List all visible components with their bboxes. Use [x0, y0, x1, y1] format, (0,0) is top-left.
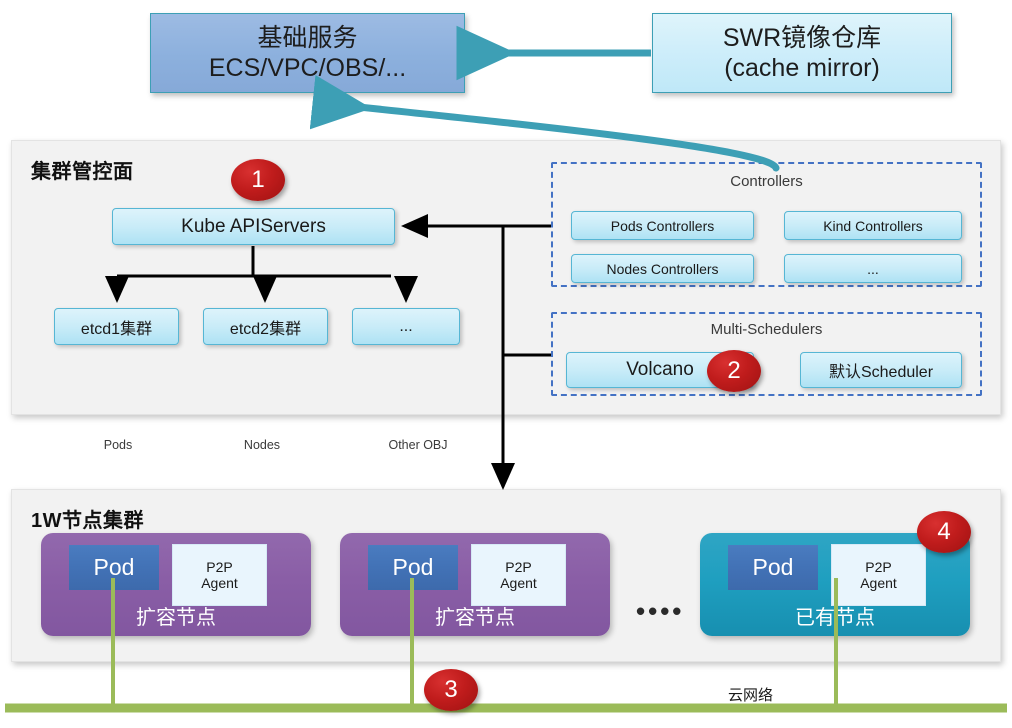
- node-1-p2p-agent[interactable]: P2P Agent: [172, 544, 267, 606]
- node-1-p2p-agent-label: P2P Agent: [201, 558, 238, 591]
- kube-apiservers-box[interactable]: Kube APIServers: [112, 208, 395, 245]
- badge-4: 4: [917, 511, 971, 553]
- other-controllers-box[interactable]: ...: [784, 254, 962, 283]
- etcd-box-1[interactable]: etcd1集群: [54, 308, 179, 345]
- obj-label-other: Other OBJ: [388, 438, 448, 452]
- node-3-label: 已有节点: [795, 607, 875, 629]
- diagram-canvas: 基础服务 ECS/VPC/OBS/... SWR镜像仓库 (cache mirr…: [0, 0, 1012, 728]
- node-card-1[interactable]: Pod P2P Agent 扩容节点: [41, 533, 311, 636]
- node-2-label: 扩容节点: [435, 607, 515, 629]
- cloud-network-label: 云网络: [728, 687, 774, 704]
- multi-schedulers-group-title: Multi-Schedulers: [710, 321, 823, 338]
- badge-2: 2: [707, 350, 761, 392]
- obj-label-nodes: Nodes: [243, 438, 281, 452]
- control-plane-title: 集群管控面: [31, 161, 134, 183]
- controllers-group-title: Controllers: [730, 173, 803, 190]
- node-1-label: 扩容节点: [136, 607, 216, 629]
- swr-line2: (cache mirror): [724, 54, 880, 82]
- etcd-box-3[interactable]: ...: [352, 308, 460, 345]
- node-2-p2p-agent[interactable]: P2P Agent: [471, 544, 566, 606]
- node-2-pod[interactable]: Pod: [368, 545, 458, 590]
- obj-label-pods: Pods: [103, 438, 133, 452]
- default-scheduler-box[interactable]: 默认Scheduler: [800, 352, 962, 388]
- badge-1: 1: [231, 159, 285, 201]
- node-3-p2p-agent-label: P2P Agent: [860, 558, 897, 591]
- swr-registry-box: SWR镜像仓库 (cache mirror): [652, 13, 952, 93]
- node-3-pod[interactable]: Pod: [728, 545, 818, 590]
- base-service-line1: 基础服务: [257, 24, 358, 52]
- node-2-p2p-agent-label: P2P Agent: [500, 558, 537, 591]
- node-1-pod[interactable]: Pod: [69, 545, 159, 590]
- etcd-box-2[interactable]: etcd2集群: [203, 308, 328, 345]
- swr-line1: SWR镜像仓库: [722, 24, 882, 52]
- kind-controllers-box[interactable]: Kind Controllers: [784, 211, 962, 240]
- base-service-line2: ECS/VPC/OBS/...: [208, 54, 407, 82]
- node-3-p2p-agent[interactable]: P2P Agent: [831, 544, 926, 606]
- pods-controllers-box[interactable]: Pods Controllers: [571, 211, 754, 240]
- badge-3: 3: [424, 669, 478, 711]
- node-card-2[interactable]: Pod P2P Agent 扩容节点: [340, 533, 610, 636]
- base-service-box: 基础服务 ECS/VPC/OBS/...: [150, 13, 465, 93]
- node-cluster-title: 1W节点集群: [31, 510, 144, 532]
- nodes-controllers-box[interactable]: Nodes Controllers: [571, 254, 754, 283]
- nodes-ellipsis: ••••: [636, 596, 685, 626]
